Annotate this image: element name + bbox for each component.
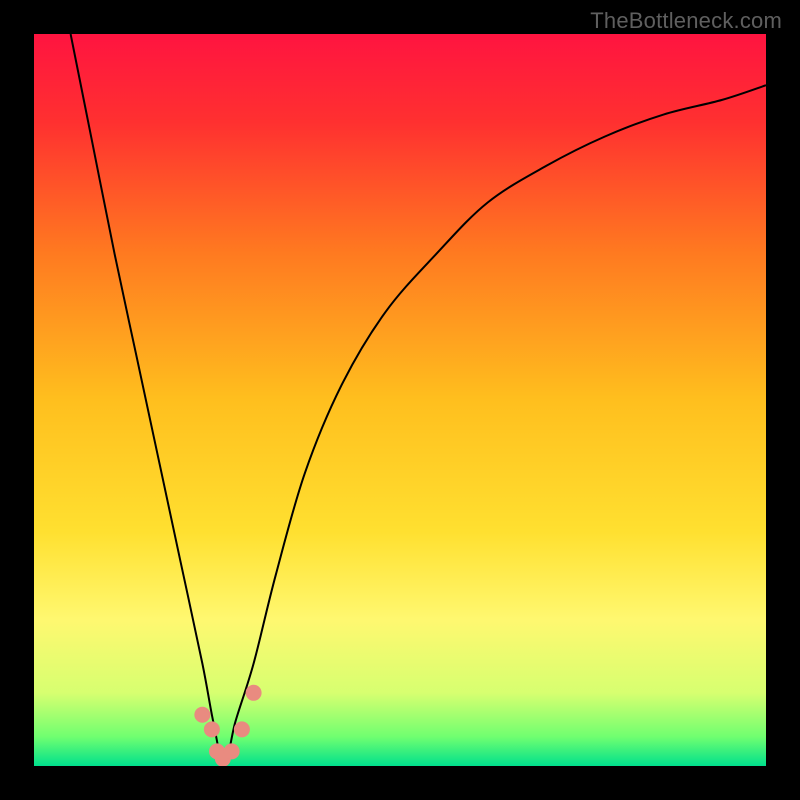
valley-point <box>224 743 240 759</box>
valley-point <box>194 707 210 723</box>
valley-point <box>234 721 250 737</box>
plot-area <box>34 34 766 766</box>
chart-background <box>34 34 766 766</box>
watermark-text: TheBottleneck.com <box>590 8 782 34</box>
chart-frame: TheBottleneck.com <box>0 0 800 800</box>
valley-point <box>204 721 220 737</box>
valley-point <box>246 685 262 701</box>
chart-svg <box>34 34 766 766</box>
